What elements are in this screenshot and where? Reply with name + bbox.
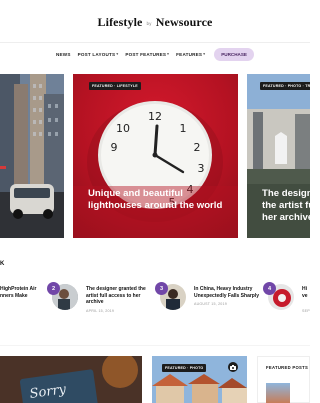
svg-text:10: 10 [116, 122, 130, 135]
post-date: SEPTE [302, 309, 310, 313]
logo-newsource: Newsource [155, 15, 213, 29]
svg-text:2: 2 [194, 141, 201, 154]
sorry-sign-image: Sorry [0, 356, 142, 403]
post-title[interactable]: In China, Heavy Industry Unexpectedly Fa… [194, 286, 264, 299]
svg-text:9: 9 [111, 141, 118, 154]
slide-title[interactable]: Unique and beautiful lighthouses around … [88, 188, 228, 212]
svg-text:1: 1 [180, 122, 187, 135]
post-title[interactable]: The designer granted the artist full acc… [86, 286, 154, 306]
main-navigation: NEWS POST LAYOUTS ▾ POST FEATURES ▾ FEAT… [0, 46, 310, 62]
nav-item-label: POST FEATURES [125, 51, 167, 57]
bottom-middle-card[interactable]: FEATURED · PHOTO [152, 356, 247, 403]
category-tag[interactable]: FEATURED · PHOTO · TRAV [260, 82, 310, 90]
nav-item-features[interactable]: FEATURES ▾ [176, 52, 205, 57]
rank-badge: 2 [47, 282, 60, 295]
nav-item-post-layouts[interactable]: POST LAYOUTS ▾ [78, 52, 119, 57]
slide-title[interactable]: The designe the artist ful her archive [262, 188, 310, 224]
category-tag[interactable]: FEATURED · LIFESTYLE [89, 82, 141, 90]
nav-item-label: FEATURES [176, 51, 203, 57]
slide-left-image[interactable] [0, 74, 64, 238]
featured-posts-title: FEATURED POSTS [266, 365, 309, 370]
category-tag[interactable]: FEATURED · PHOTO [162, 364, 207, 372]
site-logo[interactable]: Lifestyle by Newsource [0, 15, 310, 30]
nav-divider [0, 42, 310, 43]
featured-posts-widget: FEATURED POSTS [257, 356, 310, 403]
logo-by: by [146, 20, 152, 26]
clock-image: 12 1 2 3 4 5 9 10 [73, 101, 238, 238]
rank-badge: 3 [155, 282, 168, 295]
svg-text:3: 3 [198, 162, 205, 175]
section-divider [0, 345, 310, 346]
rank-badge: 4 [263, 282, 276, 295]
svg-text:12: 12 [148, 110, 162, 123]
post-title[interactable]: HighProtein Air nners Make [0, 286, 44, 299]
slide-right-card[interactable]: FEATURED · PHOTO · TRAV The designe the … [247, 74, 310, 238]
chevron-down-icon: ▾ [203, 52, 206, 56]
slide-center-card[interactable]: 12 1 2 3 4 5 9 10 FEATURED · LIFESTYLE U… [73, 74, 238, 238]
nav-item-label: NEWS [56, 51, 71, 57]
camera-icon [228, 362, 238, 372]
chevron-down-icon: ▾ [167, 52, 170, 56]
logo-lifestyle: Lifestyle [97, 15, 143, 29]
bottom-left-image[interactable]: Sorry [0, 356, 142, 403]
city-street-image [0, 74, 64, 238]
chevron-down-icon: ▾ [116, 52, 119, 56]
section-title: K [0, 261, 5, 267]
nav-item-post-features[interactable]: POST FEATURES ▾ [125, 52, 169, 57]
post-title[interactable]: Hi ve [302, 286, 310, 299]
nav-item-news[interactable]: NEWS [56, 52, 71, 57]
post-date: APRIL 15, 2019 [86, 309, 115, 313]
purchase-button[interactable]: PURCHASE [214, 47, 254, 61]
featured-thumbnail[interactable] [266, 383, 290, 403]
post-date: AUGUST 15, 2019 [194, 302, 227, 306]
nav-item-label: POST LAYOUTS [77, 51, 116, 57]
